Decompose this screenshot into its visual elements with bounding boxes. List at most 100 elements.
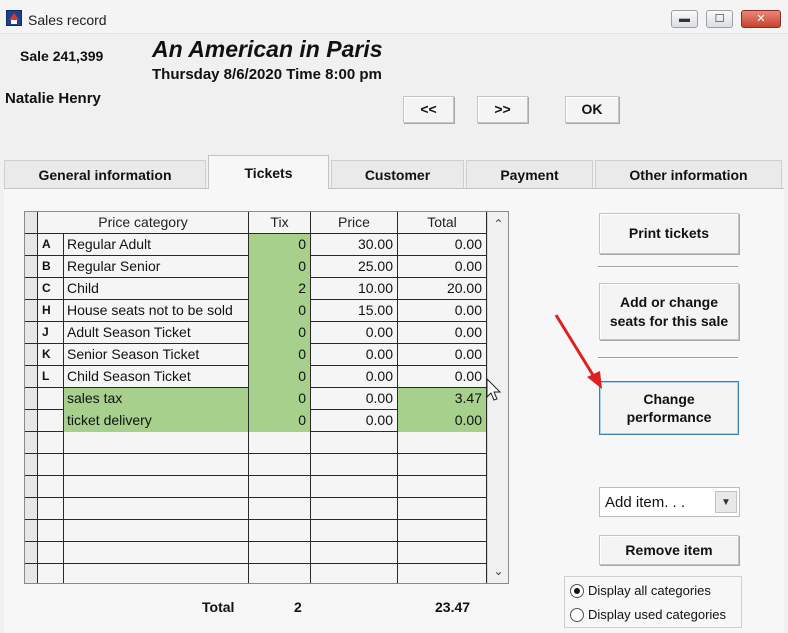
row-tix-input[interactable]: 0 [249, 322, 311, 344]
row-price: 25.00 [311, 256, 398, 278]
tab-general-information[interactable]: General information [4, 160, 206, 188]
empty-cell [311, 454, 398, 476]
window-title: Sales record [28, 12, 107, 28]
previous-record-button[interactable]: << [403, 96, 454, 123]
mouse-pointer-icon [486, 378, 502, 401]
empty-row[interactable] [25, 454, 487, 476]
empty-row[interactable] [25, 542, 487, 564]
row-total: 20.00 [398, 278, 487, 300]
empty-row[interactable] [25, 564, 487, 583]
scroll-up-icon[interactable]: ⌃ [488, 214, 508, 234]
table-row[interactable]: ticket delivery 0 0.00 0.00 [25, 410, 487, 432]
remove-item-button[interactable]: Remove item [599, 535, 739, 565]
row-price: 0.00 [311, 388, 398, 410]
row-total: 0.00 [398, 322, 487, 344]
tab-customer[interactable]: Customer [331, 160, 464, 188]
row-tix-input[interactable]: 0 [249, 388, 311, 410]
row-price: 0.00 [311, 410, 398, 432]
empty-row[interactable] [25, 476, 487, 498]
separator [598, 266, 738, 268]
empty-cell [398, 564, 487, 583]
table-row[interactable]: A Regular Adult 0 30.00 0.00 [25, 234, 487, 256]
row-code: K [38, 344, 64, 366]
radio-unselected-icon[interactable] [570, 607, 584, 622]
change-performance-button[interactable]: Change performance [599, 381, 739, 435]
grid-header-row: Price category Tix Price Total [25, 212, 487, 234]
empty-cell [38, 454, 64, 476]
tab-strip: General information Tickets Customer Pay… [4, 155, 784, 189]
tab-divider [4, 188, 784, 189]
display-used-label: Display used categories [588, 607, 727, 622]
empty-cell [64, 520, 249, 542]
row-tix-input[interactable]: 0 [249, 344, 311, 366]
row-tix-input[interactable]: 0 [249, 256, 311, 278]
ok-button[interactable]: OK [565, 96, 619, 123]
app-logo-icon [6, 10, 22, 26]
print-tickets-button[interactable]: Print tickets [599, 213, 739, 254]
row-tix-input[interactable]: 0 [249, 300, 311, 322]
empty-row[interactable] [25, 498, 487, 520]
show-datetime: Thursday 8/6/2020 Time 8:00 pm [152, 66, 382, 83]
empty-cell [398, 454, 487, 476]
next-record-button[interactable]: >> [477, 96, 528, 123]
row-total: 0.00 [398, 234, 487, 256]
empty-cell [64, 432, 249, 454]
table-row[interactable]: K Senior Season Ticket 0 0.00 0.00 [25, 344, 487, 366]
empty-cell [38, 520, 64, 542]
column-header-tix[interactable]: Tix [249, 212, 311, 234]
row-price: 0.00 [311, 322, 398, 344]
table-row[interactable]: L Child Season Ticket 0 0.00 0.00 [25, 366, 487, 388]
tab-other-information[interactable]: Other information [595, 160, 782, 188]
empty-row[interactable] [25, 432, 487, 454]
row-category: Adult Season Ticket [64, 322, 249, 344]
column-header-price-category[interactable]: Price category [38, 212, 249, 234]
row-total-input[interactable]: 0.00 [398, 410, 487, 432]
tab-tickets[interactable]: Tickets [208, 155, 329, 189]
table-row[interactable]: sales tax 0 0.00 3.47 [25, 388, 487, 410]
chevron-down-icon[interactable]: ▼ [715, 491, 737, 513]
row-price: 15.00 [311, 300, 398, 322]
show-title: An American in Paris [152, 36, 383, 62]
scroll-down-icon[interactable]: ⌄ [488, 561, 508, 581]
empty-cell [38, 542, 64, 564]
maximize-button[interactable]: ☐ [706, 10, 733, 28]
close-button[interactable]: ✕ [741, 10, 781, 28]
row-tix-input[interactable]: 0 [249, 366, 311, 388]
empty-cell [311, 542, 398, 564]
totals-label: Total [202, 599, 235, 615]
empty-cell [249, 432, 311, 454]
row-total: 0.00 [398, 256, 487, 278]
add-item-label: Add item. . . [605, 494, 686, 511]
row-tix-input[interactable]: 0 [249, 234, 311, 256]
empty-cell [64, 454, 249, 476]
column-header-total[interactable]: Total [398, 212, 487, 234]
minimize-button[interactable]: ▬ [671, 10, 698, 28]
row-tix-input[interactable]: 2 [249, 278, 311, 300]
add-change-seats-button[interactable]: Add or change seats for this sale [599, 283, 739, 340]
column-header-price[interactable]: Price [311, 212, 398, 234]
display-used-option[interactable]: Display used categories [570, 607, 726, 622]
display-all-option[interactable]: Display all categories [570, 583, 711, 598]
add-item-select[interactable]: Add item. . . ▼ [599, 487, 740, 517]
title-bar: Sales record ▬ ☐ ✕ [0, 0, 788, 34]
table-row[interactable]: B Regular Senior 0 25.00 0.00 [25, 256, 487, 278]
tab-payment[interactable]: Payment [466, 160, 593, 188]
row-code [38, 388, 64, 410]
empty-cell [38, 476, 64, 498]
empty-cell [311, 498, 398, 520]
row-total: 0.00 [398, 300, 487, 322]
row-code: J [38, 322, 64, 344]
totals-tix: 2 [294, 599, 302, 615]
empty-row[interactable] [25, 520, 487, 542]
row-category: Senior Season Ticket [64, 344, 249, 366]
row-tix-input[interactable]: 0 [249, 410, 311, 432]
table-row[interactable]: H House seats not to be sold 0 15.00 0.0… [25, 300, 487, 322]
row-category: House seats not to be sold [64, 300, 249, 322]
radio-selected-icon[interactable] [570, 583, 584, 598]
table-row[interactable]: J Adult Season Ticket 0 0.00 0.00 [25, 322, 487, 344]
row-total: 0.00 [398, 344, 487, 366]
row-total-input[interactable]: 3.47 [398, 388, 487, 410]
empty-cell [38, 564, 64, 583]
row-category: Child [64, 278, 249, 300]
table-row[interactable]: C Child 2 10.00 20.00 [25, 278, 487, 300]
